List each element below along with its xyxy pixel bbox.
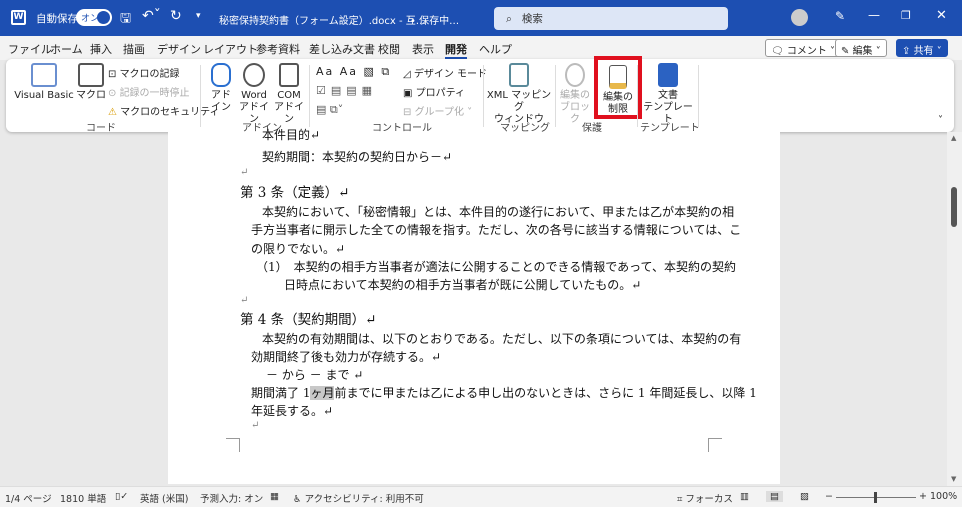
tab-layout[interactable]: レイアウト <box>203 41 258 57</box>
group-button[interactable]: ⊟ グループ化 ˅ <box>403 103 472 118</box>
search-icon: ⌕ <box>506 13 512 25</box>
tab-view[interactable]: 表示 <box>412 41 434 57</box>
document-page[interactable]: 本件目的↵ 契約期間：本契約の契約日から－↵ ↵ 第 3 条（定義）↵ 本契約に… <box>168 128 780 484</box>
macro-icon <box>78 63 104 87</box>
zoom-level[interactable]: 100% <box>930 491 957 502</box>
margin-corner-left <box>226 438 240 452</box>
minimize-icon[interactable]: — <box>868 8 880 22</box>
design-mode-button[interactable]: ◿ デザイン モード <box>403 65 487 80</box>
autosave-toggle[interactable]: オン <box>76 9 112 26</box>
accessibility-status[interactable]: ♿ アクセシビリティ: 利用不可 <box>293 491 424 505</box>
tab-file[interactable]: ファイル <box>8 41 52 57</box>
group-label-code: コード <box>86 123 116 134</box>
search-box[interactable]: ⌕ 検索 <box>494 7 728 30</box>
qat-customize-icon[interactable]: ▾ <box>196 11 201 21</box>
save-status[interactable]: • 保存中… <box>410 12 459 27</box>
form-field-month[interactable]: ヶ月 <box>310 386 335 400</box>
undo-icon[interactable]: ↶ˇ <box>142 8 161 24</box>
pause-recording-button[interactable]: ⊙ 記録の一時停止 <box>108 84 190 99</box>
tab-help[interactable]: ヘルプ <box>479 41 512 57</box>
tab-insert[interactable]: 挿入 <box>90 41 112 57</box>
properties-button[interactable]: ▣ プロパティ <box>403 84 465 99</box>
share-button[interactable]: ⇪ 共有 ˅ <box>896 39 948 57</box>
date-range-fields[interactable]: － から － まで ↵ <box>266 366 363 383</box>
focus-button[interactable]: ⌗ フォーカス <box>677 491 733 505</box>
content-controls-row2[interactable]: ☑▤▤▦ <box>316 84 377 97</box>
document-template-button[interactable]: 文書 テンプレート <box>640 63 696 126</box>
page-count[interactable]: 1/4 ページ <box>5 491 52 505</box>
document-title: 秘密保持契約書（フォーム設定）.docx - 互… <box>219 16 426 27</box>
word-template-icon <box>658 63 678 87</box>
warning-icon: ⚠ <box>108 107 117 118</box>
zoom-out-button[interactable]: − <box>825 491 833 502</box>
zoom-slider[interactable] <box>836 492 916 503</box>
record-macro-button[interactable]: ⊡ マクロの記録 <box>108 65 180 80</box>
pen-icon[interactable]: ✎ <box>835 9 845 23</box>
visual-basic-button[interactable]: Visual Basic <box>14 63 74 102</box>
status-bar: 1/4 ページ 1810 単語 ▯✓ 英語 (米国) 予測入力: オン ▦ ♿ … <box>0 486 962 507</box>
tab-mailings[interactable]: 差し込み文書 <box>309 41 375 57</box>
edit-mode-button[interactable]: ✎ 編集 ˅ <box>835 39 887 57</box>
title-bar: W 自動保存 オン 🖫 ↶ˇ ↻ ▾ 秘密保持契約書（フォーム設定）.docx … <box>0 0 962 36</box>
save-icon[interactable]: 🖫 <box>120 9 131 31</box>
redo-icon[interactable]: ↻ <box>170 8 182 24</box>
print-layout-icon[interactable]: ▤ <box>766 491 783 502</box>
word-addins-button[interactable]: Word アドイン <box>236 63 272 126</box>
visual-basic-icon <box>31 63 57 87</box>
web-layout-icon[interactable]: ▨ <box>800 491 809 502</box>
close-icon[interactable]: ✕ <box>936 8 947 23</box>
macro-security-button[interactable]: ⚠ マクロのセキュリティ <box>108 103 220 118</box>
tab-references[interactable]: 参考資料 <box>256 41 300 57</box>
gear-icon <box>243 63 265 87</box>
addins-button[interactable]: アド イン <box>206 63 236 114</box>
comment-button[interactable]: 🗨 コメント ˅ <box>765 39 842 57</box>
accessibility-icon: ♿ <box>293 494 302 505</box>
collapse-ribbon-icon[interactable]: ˅ <box>938 115 943 126</box>
com-addins-button[interactable]: COM アドイン <box>272 63 306 126</box>
restrict-editing-button[interactable]: 編集の 制限 <box>594 56 642 119</box>
restore-icon[interactable]: ❐ <box>901 9 911 22</box>
tab-draw[interactable]: 描画 <box>123 41 145 57</box>
tab-developer[interactable]: 開発 <box>445 41 467 59</box>
read-mode-icon[interactable]: ▥ <box>740 491 749 502</box>
language[interactable]: 英語 (米国) <box>140 491 188 505</box>
com-addin-icon <box>279 63 299 87</box>
scrollbar-thumb[interactable] <box>951 187 957 227</box>
text-predictions[interactable]: 予測入力: オン <box>200 491 263 505</box>
margin-corner-right <box>708 438 722 452</box>
autosave-label: 自動保存 <box>36 13 78 25</box>
document-lock-icon <box>609 65 627 89</box>
article-4-heading: 第 4 条（契約期間）↵ <box>240 312 377 328</box>
macro-button[interactable]: マクロ <box>74 63 108 102</box>
tab-design[interactable]: デザイン <box>157 41 201 57</box>
content-controls-row3[interactable]: ▤ ⧉˅ <box>316 103 343 117</box>
tab-home[interactable]: ホーム <box>50 41 83 57</box>
xml-mapping-button[interactable]: XML マッピング ウィンドウ <box>486 63 552 126</box>
person-block-icon <box>565 63 585 87</box>
zoom-slider-thumb[interactable] <box>874 492 877 503</box>
proofing-icon[interactable]: ▯✓ <box>115 491 128 502</box>
article-3-heading: 第 3 条（定義）↵ <box>240 185 350 201</box>
ribbon-tabs: ファイル ホーム 挿入 描画 デザイン レイアウト 参考資料 差し込み文書 校閲… <box>0 36 962 60</box>
track-icon[interactable]: ▦ <box>270 491 279 502</box>
tab-review[interactable]: 校閲 <box>378 41 400 57</box>
hexagon-icon <box>211 63 231 87</box>
avatar[interactable] <box>791 9 808 26</box>
block-authors-button[interactable]: 編集の ブロック <box>558 63 592 126</box>
xml-mapping-icon <box>509 63 529 87</box>
word-logo-icon: W <box>11 10 26 25</box>
content-controls-row1[interactable]: Aa Aa ▧ ⧉ <box>316 65 391 79</box>
ribbon: Visual Basic マクロ ⊡ マクロの記録 ⊙ 記録の一時停止 ⚠ マク… <box>6 56 954 134</box>
vertical-scrollbar[interactable]: ▲ ▼ <box>947 132 962 486</box>
zoom-in-button[interactable]: + <box>919 491 927 502</box>
word-count[interactable]: 1810 単語 <box>60 491 106 505</box>
